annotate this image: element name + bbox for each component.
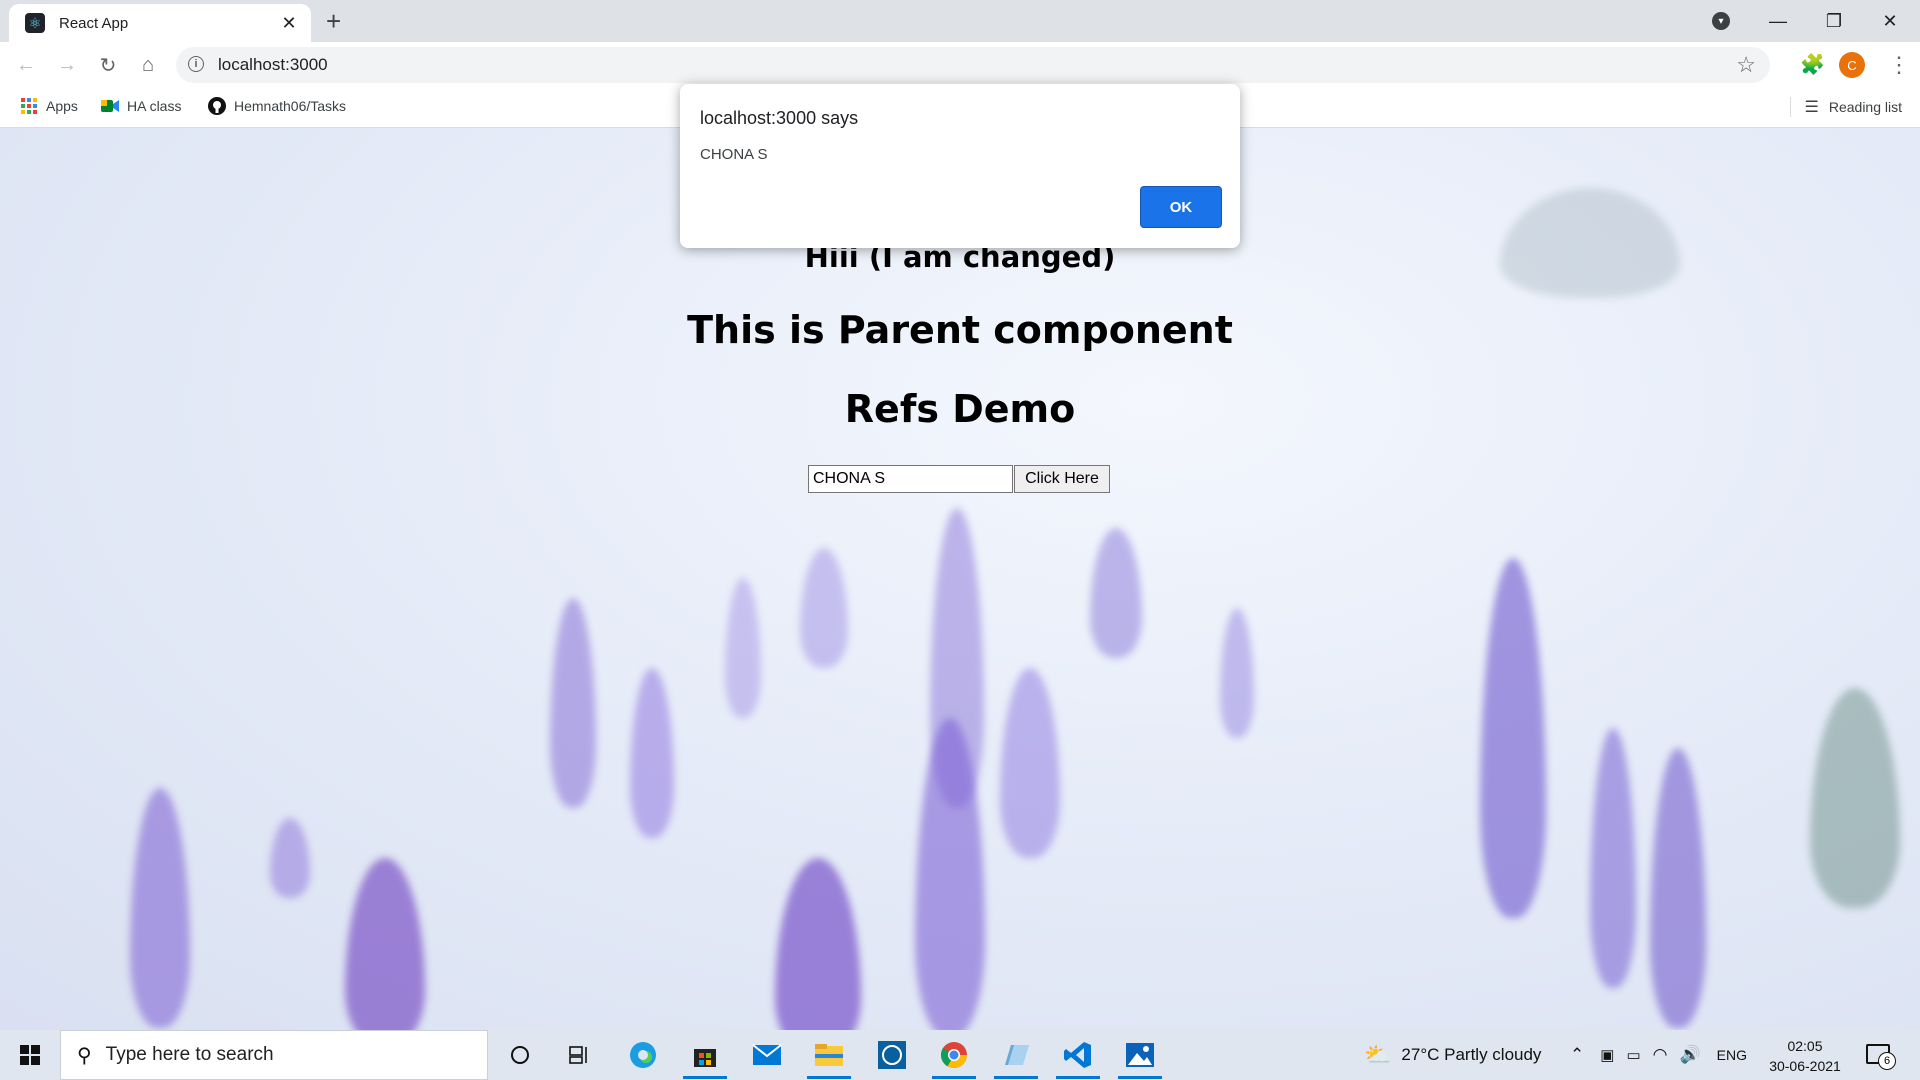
notification-count: 6 xyxy=(1878,1052,1896,1070)
url-text[interactable]: localhost:3000 xyxy=(218,55,328,75)
notification-icon[interactable]: 6 xyxy=(1866,1044,1896,1070)
tab-react-app[interactable]: ⚛ React App ✕ xyxy=(9,4,311,42)
info-icon[interactable]: i xyxy=(188,56,204,72)
volume-icon[interactable]: 🔊 xyxy=(1679,1045,1700,1065)
tab-search-icon[interactable]: ▾ xyxy=(1712,12,1730,30)
tab-strip: ⚛ React App ✕ + ▾ — ❐ ✕ xyxy=(0,0,1920,42)
cortana-icon[interactable] xyxy=(504,1039,536,1071)
time-text: 02:05 xyxy=(1787,1038,1823,1054)
bookmark-label: HA class xyxy=(127,98,182,114)
back-icon[interactable]: ← xyxy=(12,51,40,79)
bookmark-label: Apps xyxy=(46,98,78,114)
meet-now-icon[interactable]: ▣ xyxy=(1600,1046,1614,1064)
divider xyxy=(1789,97,1791,117)
page-content: Hiii (I am changed) This is Parent compo… xyxy=(0,128,1920,1030)
active-indicator xyxy=(1118,1076,1162,1079)
tab-title: React App xyxy=(59,14,129,32)
file-explorer-icon[interactable] xyxy=(807,1039,851,1079)
ok-button[interactable]: OK xyxy=(1140,186,1222,228)
react-icon: ⚛ xyxy=(25,13,45,33)
active-indicator xyxy=(994,1076,1038,1079)
bookmark-ha-class[interactable]: HA class xyxy=(101,97,181,115)
bookmark-label: Hemnath06/Tasks xyxy=(234,98,347,114)
new-tab-button[interactable]: + xyxy=(326,6,341,36)
avatar[interactable]: C xyxy=(1839,52,1865,78)
windows-logo-icon xyxy=(20,1045,40,1065)
bookmark-star-icon[interactable]: ☆ xyxy=(1736,52,1756,78)
active-indicator xyxy=(807,1076,851,1079)
search-placeholder: Type here to search xyxy=(105,1044,274,1065)
notepad-icon[interactable] xyxy=(994,1039,1038,1079)
window-close-icon[interactable]: ✕ xyxy=(1862,0,1918,42)
alert-dialog: localhost:3000 says CHONA S OK xyxy=(680,84,1240,248)
dialog-message: CHONA S xyxy=(700,146,768,163)
close-icon[interactable]: ✕ xyxy=(279,13,299,34)
chevron-up-icon[interactable]: ⌃ xyxy=(1570,1045,1584,1065)
apps-grid-icon xyxy=(20,97,38,115)
active-indicator xyxy=(1056,1076,1100,1079)
start-button[interactable] xyxy=(0,1030,60,1080)
extensions-puzzle-icon[interactable]: 🧩 xyxy=(1800,52,1825,77)
store-icon[interactable] xyxy=(683,1039,727,1079)
refs-demo-heading: Refs Demo xyxy=(844,387,1076,431)
weather-text: 27°C Partly cloudy xyxy=(1401,1045,1542,1064)
github-icon xyxy=(208,97,226,115)
browser-toolbar: ← → ↻ ⌂ i localhost:3000 ☆ xyxy=(0,42,1920,88)
address-bar[interactable]: i localhost:3000 ☆ xyxy=(176,47,1770,83)
restore-icon[interactable]: ❐ xyxy=(1806,0,1862,42)
task-view-icon[interactable] xyxy=(564,1039,596,1071)
reading-list-icon: ☰ xyxy=(1804,99,1819,116)
chrome-icon[interactable] xyxy=(932,1039,976,1079)
meet-icon xyxy=(101,97,119,115)
windows-taskbar: ⚲ Type here to search ⛅ 27°C Partly clou… xyxy=(0,1030,1920,1080)
search-icon: ⚲ xyxy=(77,1044,92,1067)
vscode-icon[interactable] xyxy=(1056,1039,1100,1079)
refs-form: Click Here xyxy=(808,465,1110,493)
dialog-title: localhost:3000 says xyxy=(700,108,859,128)
click-here-button[interactable]: Click Here xyxy=(1014,465,1110,493)
weather-widget[interactable]: ⛅ 27°C Partly cloudy xyxy=(1364,1030,1541,1080)
tray-icons: ⌃ ▣ ▭ ◠ 🔊 ENG xyxy=(1570,1030,1747,1080)
date-text: 30-06-2021 xyxy=(1769,1058,1841,1074)
battery-icon[interactable]: ▭ xyxy=(1626,1046,1640,1064)
active-indicator xyxy=(932,1076,976,1079)
parent-component-heading: This is Parent component xyxy=(687,308,1233,352)
kebab-menu-icon[interactable]: ⋮ xyxy=(1888,52,1910,78)
reload-icon[interactable]: ↻ xyxy=(94,51,122,79)
name-input[interactable] xyxy=(808,465,1013,493)
home-icon[interactable]: ⌂ xyxy=(134,51,162,79)
edge-icon[interactable] xyxy=(627,1039,659,1071)
language-indicator[interactable]: ENG xyxy=(1717,1047,1747,1063)
active-indicator xyxy=(683,1076,727,1079)
forward-icon[interactable]: → xyxy=(53,51,81,79)
bookmark-apps[interactable]: Apps xyxy=(20,97,78,115)
dell-icon[interactable] xyxy=(876,1039,908,1071)
wifi-icon[interactable]: ◠ xyxy=(1653,1045,1668,1065)
partly-cloudy-icon: ⛅ xyxy=(1364,1042,1392,1067)
reading-list-button[interactable]: ☰ Reading list xyxy=(1789,97,1902,117)
photos-icon[interactable] xyxy=(1118,1039,1162,1079)
reading-list-label: Reading list xyxy=(1828,99,1902,115)
minimize-icon[interactable]: — xyxy=(1750,0,1806,42)
bookmark-github-tasks[interactable]: Hemnath06/Tasks xyxy=(208,97,346,115)
mail-icon[interactable] xyxy=(751,1039,783,1071)
taskbar-search[interactable]: ⚲ Type here to search xyxy=(60,1030,488,1080)
clock[interactable]: 02:05 30-06-2021 xyxy=(1760,1036,1850,1076)
